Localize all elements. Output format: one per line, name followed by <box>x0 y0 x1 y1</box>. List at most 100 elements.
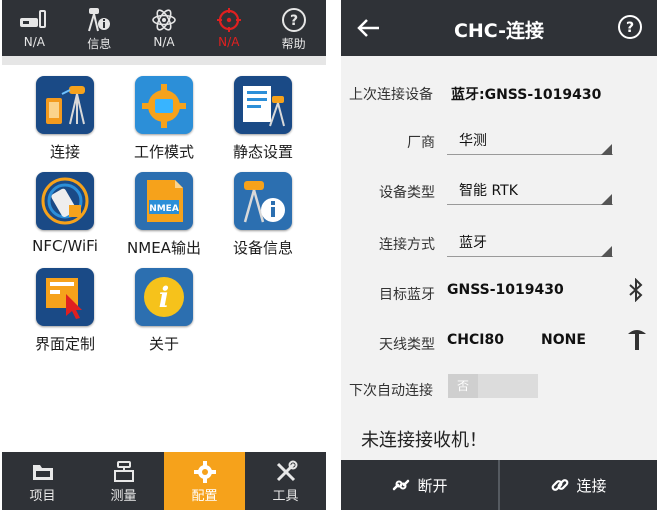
tile-connect[interactable]: 连接 <box>10 76 120 162</box>
connect-label: 连接 <box>576 476 607 495</box>
tab-project[interactable]: 项目 <box>2 452 83 510</box>
tile-ui-customize-label: 界面定制 <box>34 335 95 353</box>
status-bar: N/A 信息 N/A N/A ? 帮助 <box>2 0 326 56</box>
static-settings-icon <box>243 86 285 127</box>
device-type-underline <box>447 204 613 205</box>
nmea-output-icon: NMEA <box>147 180 183 222</box>
action-bar: 断开 连接 <box>341 460 657 510</box>
vendor-label: 厂商 <box>407 135 435 151</box>
tab-config-label: 配置 <box>191 489 218 504</box>
status-satellite[interactable]: N/A <box>132 0 197 56</box>
status-target[interactable]: N/A <box>196 0 261 56</box>
status-rover[interactable]: N/A <box>2 0 67 56</box>
tile-nmea-output[interactable]: NMEA NMEA输出 <box>109 172 219 258</box>
device-type-label: 设备类型 <box>379 185 435 201</box>
tile-ui-customize[interactable]: 界面定制 <box>10 268 120 354</box>
nfc-wifi-icon <box>41 177 89 225</box>
header-bar: CHC-连接 ? <box>341 0 657 56</box>
device-type-select[interactable]: 智能 RTK <box>459 180 518 200</box>
auto-connect-label: 下次自动连接 <box>349 383 433 399</box>
tile-device-info-label: 设备信息 <box>232 239 293 257</box>
tile-nfc-wifi-label: NFC/WiFi <box>32 237 98 255</box>
disconnect-link-icon <box>393 479 410 491</box>
tile-nfc-wifi[interactable]: NFC/WiFi <box>10 172 120 255</box>
row-target-bluetooth[interactable]: 目标蓝牙 GNSS-1019430 <box>341 272 657 312</box>
tab-tools[interactable]: 工具 <box>245 452 326 510</box>
row-device-type[interactable]: 设备类型 智能 RTK <box>341 170 657 210</box>
status-info-label: 信息 <box>87 37 112 51</box>
antenna-value: CHCI80 <box>447 332 504 348</box>
bottom-tab-bar: 项目 测量 配置 工具 <box>2 452 326 510</box>
status-info[interactable]: 信息 <box>67 0 132 56</box>
status-help[interactable]: ? 帮助 <box>261 0 326 56</box>
ui-customize-icon <box>46 278 82 319</box>
chc-connect-screen: CHC-连接 ? 上次连接设备 蓝牙:GNSS-1019430 厂商 华测 设备… <box>341 0 657 510</box>
dropdown-arrow-icon[interactable] <box>601 246 612 257</box>
gear-mode-icon <box>142 84 186 128</box>
target-bt-label: 目标蓝牙 <box>379 287 435 303</box>
row-vendor[interactable]: 厂商 华测 <box>341 120 657 160</box>
config-gear-icon <box>193 461 216 483</box>
svg-text:?: ? <box>290 13 298 29</box>
status-target-label: N/A <box>218 35 240 49</box>
survey-icon <box>113 461 134 482</box>
page-title: CHC-连接 <box>453 20 545 42</box>
dropdown-arrow-icon[interactable] <box>601 194 612 205</box>
vendor-select[interactable]: 华测 <box>459 130 487 150</box>
last-device-label: 上次连接设备 <box>349 87 433 103</box>
row-antenna[interactable]: 天线类型 CHCI80 NONE <box>341 322 657 362</box>
antenna-icon[interactable] <box>626 324 648 352</box>
antenna-info-icon <box>88 8 111 32</box>
tab-tools-label: 工具 <box>272 489 299 504</box>
tile-work-mode-label: 工作模式 <box>133 143 194 161</box>
antenna-value2: NONE <box>541 332 586 348</box>
device-info-icon <box>243 181 285 223</box>
vendor-underline <box>447 154 613 155</box>
tools-icon <box>276 460 297 482</box>
connection-select[interactable]: 蓝牙 <box>459 232 487 252</box>
connect-button[interactable]: 连接 <box>498 460 657 510</box>
tab-project-label: 项目 <box>29 489 56 504</box>
config-screen: N/A 信息 N/A N/A ? 帮助 连接 工作模式 静态设置 NFC/WiF… <box>2 0 326 510</box>
connection-status-text: 未连接接收机！ <box>361 430 487 451</box>
about-icon: i <box>144 277 184 317</box>
connect-icon <box>46 86 85 125</box>
svg-text:?: ? <box>626 20 634 36</box>
tile-static-settings[interactable]: 静态设置 <box>208 76 318 162</box>
antenna-label: 天线类型 <box>379 337 435 353</box>
help-icon[interactable]: ? <box>617 14 643 40</box>
tab-config[interactable]: 配置 <box>164 452 245 510</box>
svg-text:i: i <box>159 281 170 314</box>
tile-connect-label: 连接 <box>49 143 80 161</box>
tile-work-mode[interactable]: 工作模式 <box>109 76 219 162</box>
connection-label: 连接方式 <box>379 237 435 253</box>
tab-survey-label: 测量 <box>110 489 137 504</box>
row-last-device: 上次连接设备 蓝牙:GNSS-1019430 <box>341 72 657 112</box>
status-help-label: 帮助 <box>281 37 306 51</box>
satellite-atom-icon <box>152 9 176 31</box>
auto-connect-toggle[interactable]: 否 <box>448 374 538 398</box>
disconnect-button[interactable]: 断开 <box>341 460 498 510</box>
rover-icon <box>20 10 47 28</box>
tile-about[interactable]: i 关于 <box>109 268 219 354</box>
folder-icon <box>32 465 53 480</box>
dropdown-arrow-icon[interactable] <box>601 144 612 155</box>
target-bt-value: GNSS-1019430 <box>447 282 564 298</box>
status-satellite-label: N/A <box>153 35 175 49</box>
last-device-value: 蓝牙:GNSS-1019430 <box>451 87 602 103</box>
link-icon <box>552 479 569 491</box>
auto-connect-toggle-knob: 否 <box>448 374 478 398</box>
divider <box>2 56 326 65</box>
disconnect-label: 断开 <box>417 476 448 495</box>
tile-device-info[interactable]: 设备信息 <box>208 172 318 258</box>
bluetooth-icon[interactable] <box>627 278 645 302</box>
target-icon <box>216 8 241 32</box>
tile-nmea-output-label: NMEA输出 <box>127 239 201 257</box>
tile-static-settings-label: 静态设置 <box>232 143 293 161</box>
help-icon: ? <box>281 8 306 32</box>
status-rover-label: N/A <box>23 35 46 49</box>
svg-text:NMEA: NMEA <box>149 204 179 214</box>
row-connection[interactable]: 连接方式 蓝牙 <box>341 222 657 262</box>
connection-underline <box>447 256 613 257</box>
tab-survey[interactable]: 测量 <box>83 452 164 510</box>
